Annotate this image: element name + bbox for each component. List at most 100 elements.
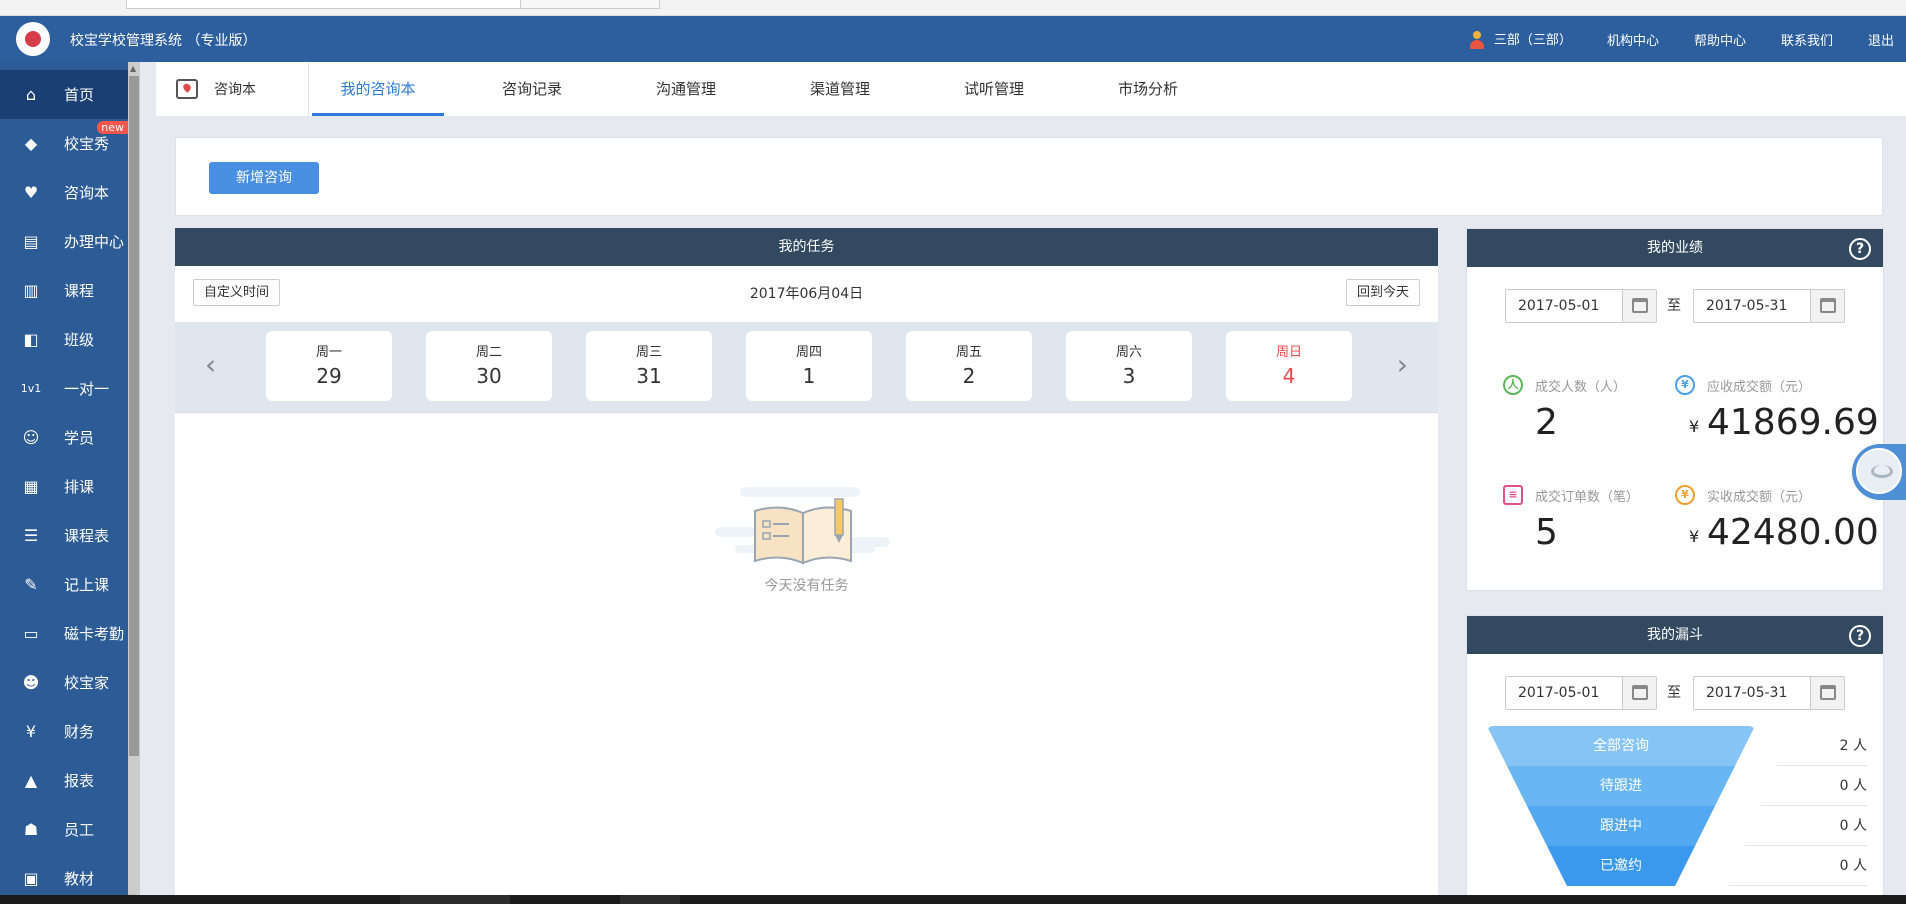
one-on-one-icon: 1v1 [20,382,42,395]
consult-book-icon [176,79,198,99]
my-tasks-panel: 我的任务 2017年06月04日 自定义时间 回到今天 ‹ 周一 29 周二 30 周三… [175,228,1438,904]
my-performance-title: 我的业绩 [1647,240,1703,256]
help-icon[interactable]: ? [1849,238,1871,260]
add-consult-button[interactable]: 新增咨询 [209,162,319,194]
currency-symbol: ¥ [1689,417,1700,436]
tab-channels[interactable]: 渠道管理 [774,62,906,116]
header-links: 三部（三部） 机构中心 帮助中心 联系我们 退出 [1468,16,1906,62]
org-center-link[interactable]: 机构中心 [1607,30,1659,49]
sidebar-item[interactable]: ▲ 报表 [0,756,128,805]
sidebar-item-label: 员工 [64,821,95,839]
custom-time-button[interactable]: 自定义时间 [193,279,281,306]
browser-address-field[interactable] [126,0,521,9]
tab-trial-class[interactable]: 试听管理 [928,62,1060,116]
day-weekday: 周二 [475,345,502,360]
sidebar-item[interactable]: ♥ 咨询本 [0,168,128,217]
back-to-today-button[interactable]: 回到今天 [1345,279,1420,306]
sidebar-item-label: 磁卡考勤 [64,625,125,643]
day-card[interactable]: 周日 4 [1226,331,1352,401]
sidebar-item[interactable]: ▭ 磁卡考勤 [0,609,128,658]
contact-us-link[interactable]: 联系我们 [1781,30,1833,49]
browser-search-field[interactable] [520,0,660,9]
sidebar-item[interactable]: ▥ 课程 [0,266,128,315]
sidebar-item[interactable]: 1v1 一对一 [0,364,128,413]
attendance-record-icon: ✎ [24,575,38,594]
module-tabs: 咨询本 我的咨询本 咨询记录 沟通管理 渠道管理 试听管理 市场分析 [156,62,1906,116]
tab-consult-records[interactable]: 咨询记录 [466,62,598,116]
scrollbar-thumb[interactable] [129,76,139,756]
calendar-icon[interactable] [1810,677,1844,709]
taskbar-item[interactable] [400,895,510,904]
report-icon: ▲ [24,771,38,790]
empty-book-illustration [715,487,890,565]
assistant-face-icon [1856,448,1902,494]
order-icon: ≡ [1503,485,1523,505]
sidebar-item[interactable]: ◧ 班级 [0,315,128,364]
tab-communication[interactable]: 沟通管理 [620,62,752,116]
tab-my-consult-book[interactable]: 我的咨询本 [312,62,444,116]
assistant-widget[interactable] [1852,444,1906,500]
sidebar-item[interactable]: ☻ 校宝家 [0,658,128,707]
help-center-link[interactable]: 帮助中心 [1694,30,1746,49]
sidebar-item[interactable]: ¥ 财务 [0,707,128,756]
calendar-icon[interactable] [1622,290,1656,322]
sidebar-item[interactable]: ✎ 记上课 [0,560,128,609]
funnel-end-date[interactable]: 2017-05-31 [1693,676,1845,710]
empty-tasks-text: 今天没有任务 [764,578,849,594]
day-weekday: 周日 [1275,345,1302,360]
help-icon[interactable]: ? [1849,625,1871,647]
app-logo[interactable] [16,22,50,56]
stat-label: 实收成交额（元） [1707,490,1812,505]
sidebar-item-label: 排课 [64,478,95,496]
sidebar-item[interactable]: ⌂ 首页 [0,70,128,119]
funnel-start-date[interactable]: 2017-05-01 [1505,676,1657,710]
student-icon: ☺ [22,428,40,447]
logout-link[interactable]: 退出 [1868,30,1894,49]
performance-end-date[interactable]: 2017-05-31 [1693,289,1845,323]
sidebar-item[interactable]: ◆ 校宝秀 new [0,119,128,168]
funnel-stage-count: 2 人 [1839,738,1867,754]
sidebar-item[interactable]: ▤ 办理中心 [0,217,128,266]
schedule-icon: ▦ [23,477,39,496]
day-card[interactable]: 周三 31 [586,331,712,401]
module-label: 咨询本 [214,82,256,98]
funnel-stage: 已邀约 0 人 [1487,846,1867,886]
day-card[interactable]: 周二 30 [426,331,552,401]
sidebar-item-label: 报表 [64,772,95,790]
sidebar-item[interactable]: ▦ 排课 [0,462,128,511]
stat-received: ¥ 实收成交额（元） ¥ 42480.00 [1675,483,1879,573]
sidebar-item[interactable]: ☺ 学员 [0,413,128,462]
day-card[interactable]: 周四 1 [746,331,872,401]
day-card[interactable]: 周一 29 [266,331,392,401]
app-title: 校宝学校管理系统 （专业版） [70,33,257,49]
sidebar-item-label: 校宝秀 [64,135,110,153]
day-number: 31 [636,364,662,388]
textbook-icon: ▣ [23,869,39,888]
funnel-stage-count: 0 人 [1839,778,1867,794]
yuan-icon: ¥ [1675,375,1695,395]
timetable-icon: ☰ [23,526,39,545]
task-toolbar: 2017年06月04日 自定义时间 回到今天 [175,266,1438,322]
user-menu[interactable]: 三部（三部） [1468,29,1572,50]
tab-market-analysis[interactable]: 市场分析 [1082,62,1214,116]
prev-week-icon[interactable]: ‹ [205,350,216,380]
sidebar-item[interactable]: ☰ 课程表 [0,511,128,560]
sidebar-item[interactable]: ☗ 员工 [0,805,128,854]
performance-start-date[interactable]: 2017-05-01 [1505,289,1657,323]
funnel-stage: 待跟进 0 人 [1487,766,1867,806]
next-week-icon[interactable]: › [1397,350,1408,380]
taskbar-item[interactable] [620,895,680,904]
calendar-icon[interactable] [1810,290,1844,322]
day-number: 3 [1122,364,1136,388]
funnel-start-value: 2017-05-01 [1518,685,1600,701]
day-card[interactable]: 周五 2 [906,331,1032,401]
day-card[interactable]: 周六 3 [1066,331,1192,401]
sidebar-item-label: 记上课 [64,576,110,594]
my-tasks-title: 我的任务 [175,228,1438,266]
day-weekday: 周一 [315,345,342,360]
sidebar-scrollbar[interactable]: ▲ ▼ [128,62,140,904]
sidebar-item-label: 办理中心 [64,233,125,251]
calendar-icon[interactable] [1622,677,1656,709]
performance-date-range: 2017-05-01 至 2017-05-31 [1505,289,1850,323]
scroll-up-icon[interactable]: ▲ [130,64,136,73]
